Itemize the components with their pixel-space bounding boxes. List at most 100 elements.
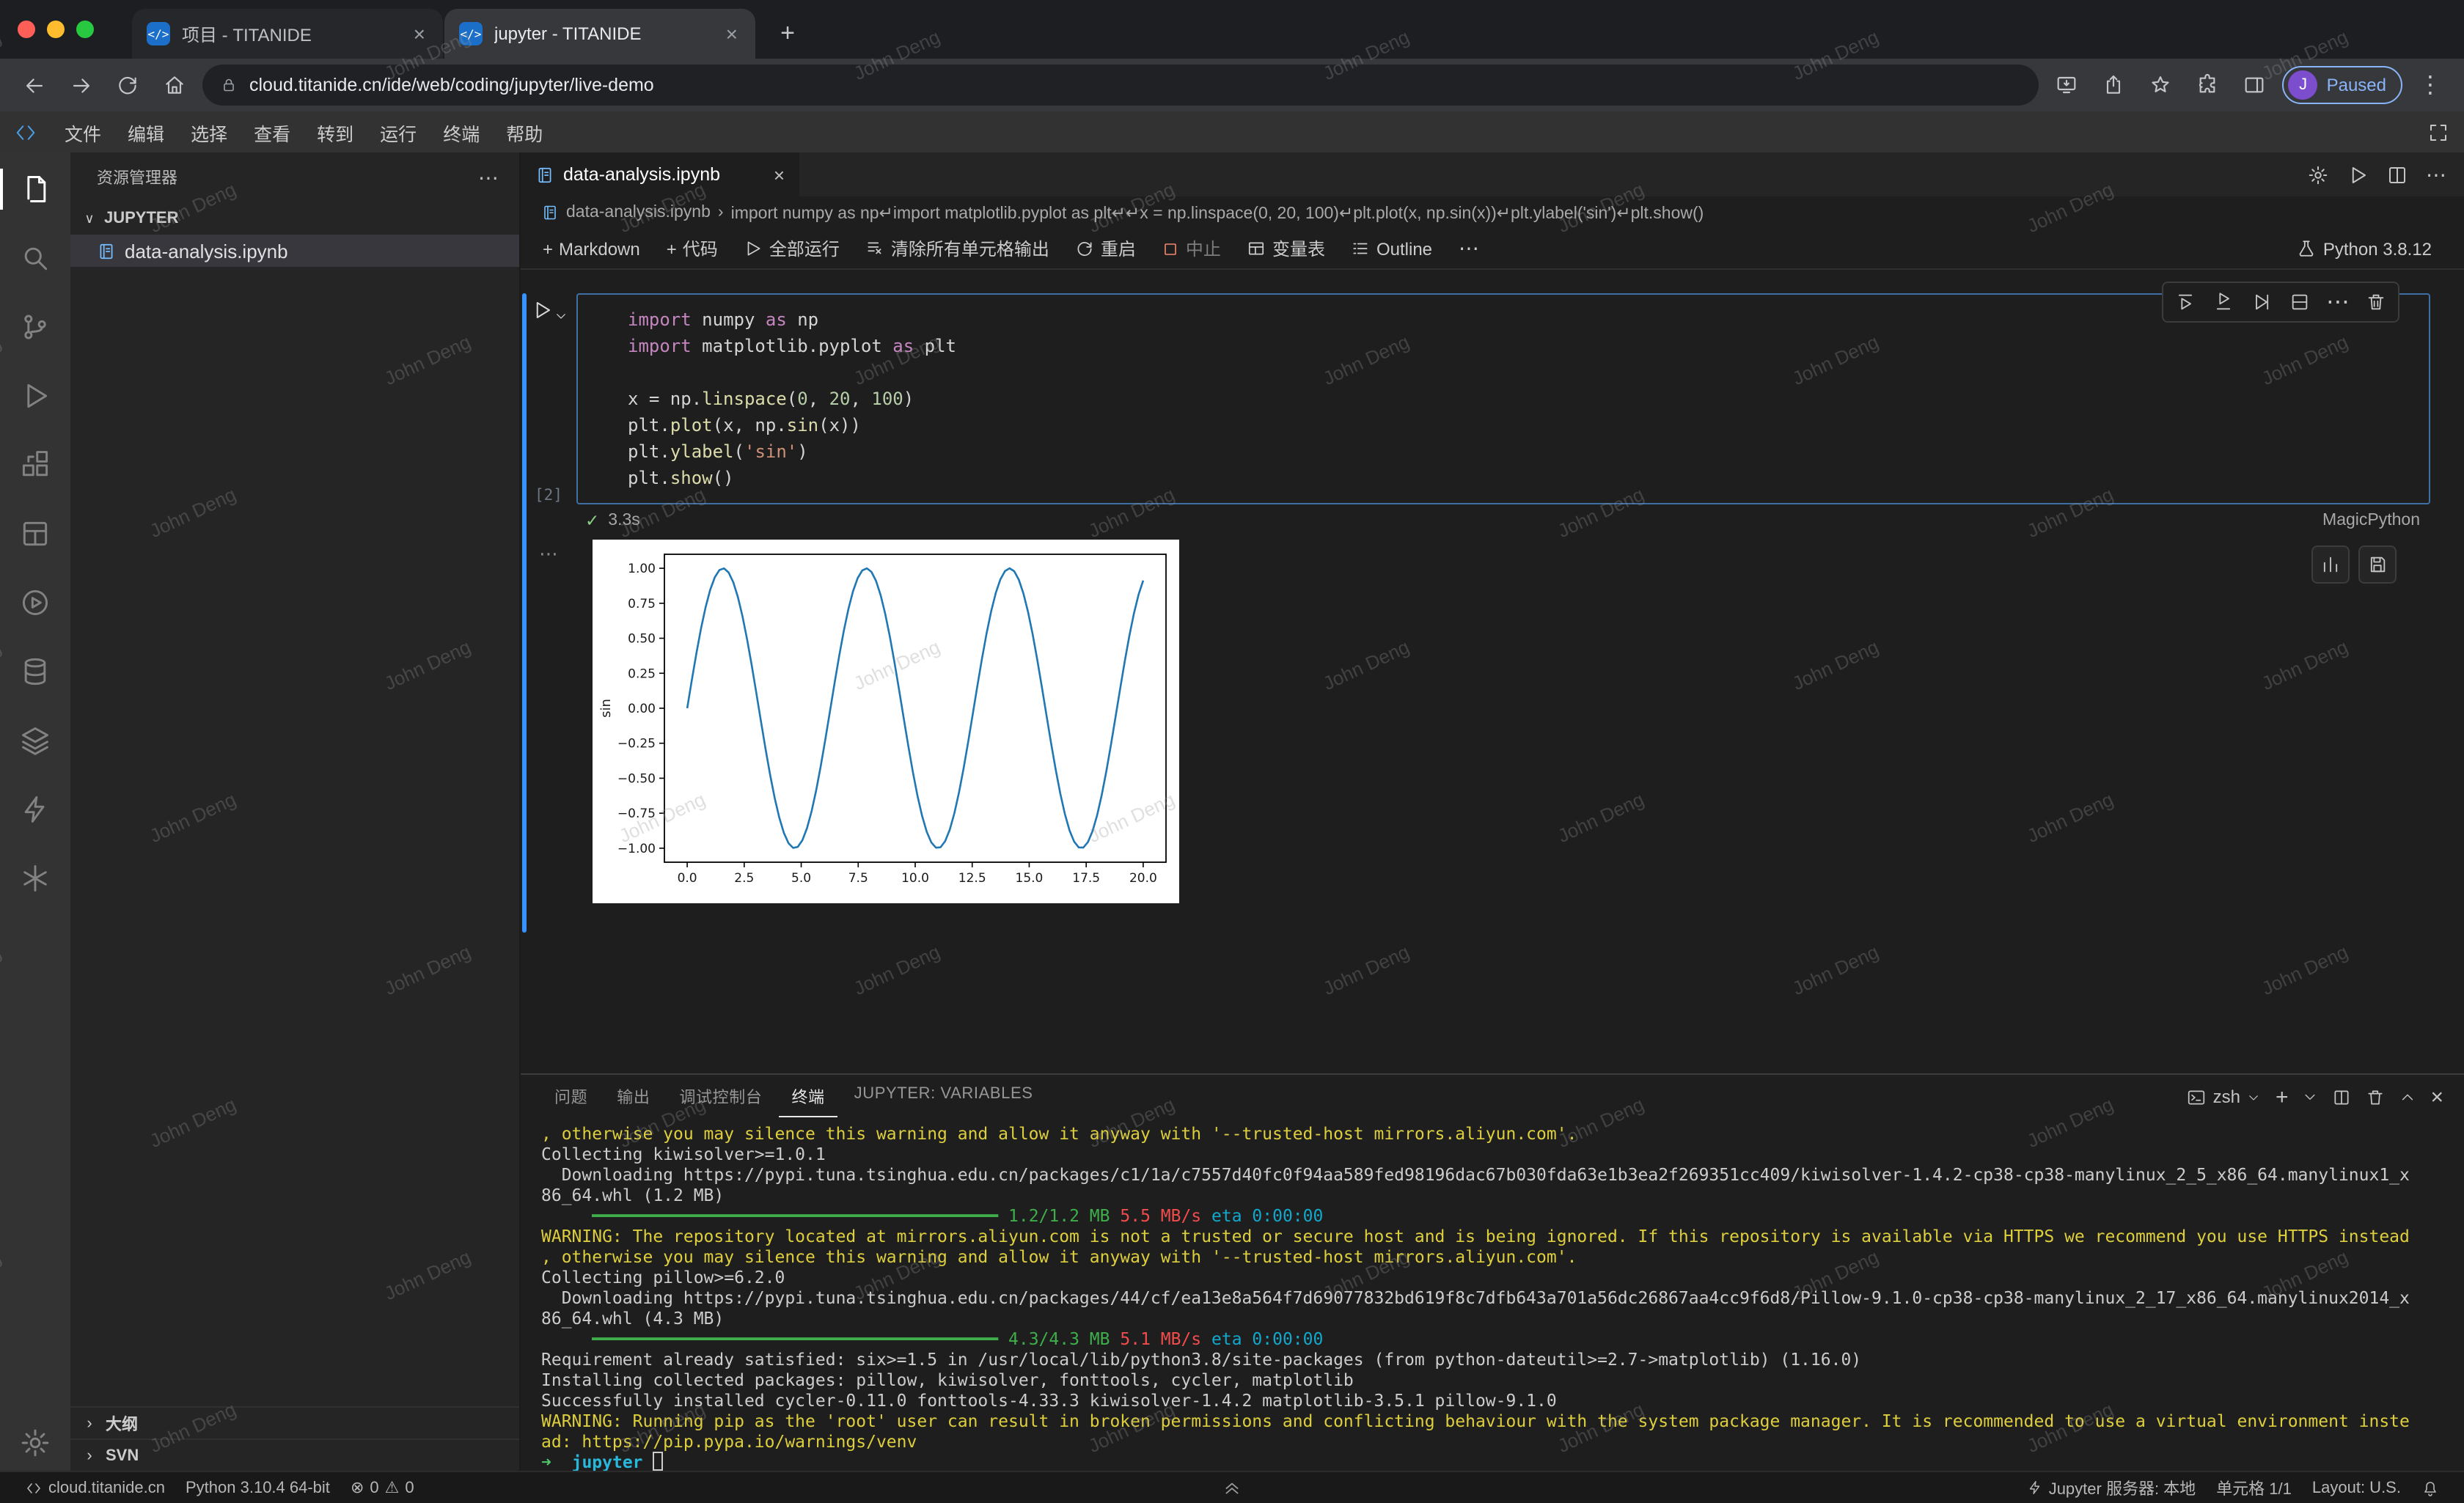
split-cell-icon[interactable]: [2282, 286, 2317, 318]
activity-source-control-icon[interactable]: [0, 299, 70, 355]
code-line-2[interactable]: [628, 359, 2417, 386]
tab-close-icon[interactable]: ×: [723, 22, 741, 45]
forward-button[interactable]: [62, 66, 100, 104]
window-zoom-button[interactable]: [76, 21, 94, 38]
editor-settings-gear-icon[interactable]: [2307, 163, 2329, 185]
window-close-button[interactable]: [18, 21, 35, 38]
remote-indicator[interactable]: cloud.titanide.cn: [15, 1471, 175, 1503]
window-minimize-button[interactable]: [47, 21, 65, 38]
manage-gear-icon[interactable]: [0, 1427, 70, 1459]
cell-code-editor[interactable]: import numpy as npimport matplotlib.pypl…: [576, 293, 2430, 504]
menu-item-7[interactable]: 帮助: [493, 114, 556, 150]
terminal-output[interactable]: , otherwise you may silence this warning…: [521, 1119, 2464, 1471]
activity-layout-icon[interactable]: [0, 506, 70, 562]
breadcrumb-cell-code[interactable]: import numpy as np↵import matplotlib.pyp…: [731, 202, 1704, 223]
sidebar-section-outline[interactable]: › 大纲: [70, 1406, 519, 1438]
cell-indicator[interactable]: 单元格 1/1: [2206, 1471, 2302, 1503]
menu-item-5[interactable]: 运行: [367, 114, 430, 150]
terminal-dropdown-icon[interactable]: [2303, 1089, 2317, 1104]
tab-close-icon[interactable]: ×: [411, 22, 428, 45]
menu-item-3[interactable]: 查看: [241, 114, 304, 150]
panel-tab-3[interactable]: 终端: [778, 1076, 837, 1117]
problems-indicator[interactable]: ⊗0 ⚠0: [340, 1471, 425, 1503]
run-by-line-icon[interactable]: [2244, 286, 2279, 318]
clear-outputs-button[interactable]: 清除所有单元格输出: [856, 232, 1060, 265]
editor-tab-notebook[interactable]: data-analysis.ipynb ×: [521, 152, 799, 196]
split-editor-icon[interactable]: [2386, 163, 2408, 185]
run-all-button[interactable]: 全部运行: [734, 232, 850, 265]
share-icon[interactable]: [2095, 66, 2133, 104]
menu-item-2[interactable]: 选择: [177, 114, 241, 150]
breadcrumb-file[interactable]: data-analysis.ipynb: [566, 204, 711, 221]
keyboard-layout-indicator[interactable]: Layout: U.S.: [2302, 1471, 2411, 1503]
home-button[interactable]: [155, 66, 194, 104]
run-above-icon[interactable]: [2168, 286, 2203, 318]
activity-layers-icon[interactable]: [0, 713, 70, 768]
terminal-selector[interactable]: zsh: [2187, 1087, 2261, 1107]
cell-language-picker[interactable]: MagicPython: [2322, 512, 2464, 529]
activity-zap-icon[interactable]: [0, 782, 70, 837]
jupyter-server-indicator[interactable]: Jupyter 服务器: 本地: [2017, 1471, 2207, 1503]
address-bar[interactable]: cloud.titanide.cn/ide/web/coding/jupyter…: [202, 65, 2039, 106]
python-interpreter-indicator[interactable]: Python 3.10.4 64-bit: [175, 1471, 340, 1503]
panel-tab-1[interactable]: 输出: [604, 1076, 663, 1117]
sidebar-section-jupyter[interactable]: ∨ JUPYTER: [70, 202, 519, 235]
close-panel-icon[interactable]: ×: [2430, 1084, 2443, 1109]
new-terminal-icon[interactable]: +: [2276, 1084, 2289, 1109]
sidebar-section-svn[interactable]: › SVN: [70, 1438, 519, 1471]
add-markdown-button[interactable]: +Markdown: [532, 234, 650, 263]
save-output-button[interactable]: [2358, 545, 2397, 584]
browser-tab-1[interactable]: </>jupyter - TITANIDE×: [444, 9, 755, 59]
activity-explorer-icon[interactable]: [0, 161, 70, 217]
install-app-icon[interactable]: [2048, 66, 2086, 104]
code-line-3[interactable]: x = np.linspace(0, 20, 100): [628, 386, 2417, 412]
editor-more-icon[interactable]: ⋯: [2426, 162, 2446, 187]
profile-chip[interactable]: J Paused: [2283, 66, 2402, 104]
side-panel-icon[interactable]: [2236, 66, 2274, 104]
code-line-5[interactable]: plt.ylabel('sin'): [628, 438, 2417, 465]
run-cell-button[interactable]: [530, 299, 567, 323]
maximize-panel-icon[interactable]: [2399, 1089, 2416, 1105]
sidebar-item-notebook-file[interactable]: data-analysis.ipynb: [70, 235, 519, 267]
activity-search-icon[interactable]: [0, 230, 70, 286]
code-line-1[interactable]: import matplotlib.pyplot as plt: [628, 333, 2417, 359]
activity-test-icon[interactable]: [0, 575, 70, 631]
sidebar-more-icon[interactable]: ⋯: [478, 165, 499, 190]
code-line-0[interactable]: import numpy as np: [628, 306, 2417, 333]
breadcrumb[interactable]: data-analysis.ipynb › import numpy as np…: [521, 196, 2464, 229]
fullscreen-icon[interactable]: [2427, 121, 2449, 143]
toolbar-more-button[interactable]: ⋯: [1448, 232, 1489, 265]
code-line-6[interactable]: plt.show(): [628, 465, 2417, 491]
menu-item-0[interactable]: 文件: [51, 114, 114, 150]
kernel-picker[interactable]: Python 3.8.12: [2297, 238, 2452, 259]
activity-database-icon[interactable]: [0, 644, 70, 699]
menu-item-1[interactable]: 编辑: [114, 114, 177, 150]
restore-panel-button[interactable]: [1222, 1478, 1242, 1497]
new-tab-button[interactable]: +: [767, 13, 808, 54]
output-collapse-icon[interactable]: ⋯: [521, 540, 576, 903]
code-line-4[interactable]: plt.plot(x, np.sin(x)): [628, 412, 2417, 438]
restart-button[interactable]: 重启: [1066, 232, 1146, 265]
interrupt-button[interactable]: 中止: [1152, 232, 1231, 265]
tab-close-icon[interactable]: ×: [774, 163, 785, 185]
open-plot-viewer-button[interactable]: [2311, 545, 2350, 584]
reload-button[interactable]: [109, 66, 147, 104]
menu-item-4[interactable]: 转到: [304, 114, 367, 150]
outline-button[interactable]: Outline: [1341, 234, 1442, 263]
panel-tab-4[interactable]: JUPYTER: VARIABLES: [841, 1076, 1046, 1117]
split-terminal-icon[interactable]: [2332, 1087, 2351, 1106]
panel-tab-2[interactable]: 调试控制台: [666, 1076, 775, 1117]
browser-menu-icon[interactable]: ⋮: [2411, 66, 2449, 104]
cell-more-icon[interactable]: ⋯: [2320, 286, 2355, 318]
kill-terminal-icon[interactable]: [2366, 1087, 2385, 1106]
activity-remote-icon[interactable]: [0, 850, 70, 906]
run-below-icon[interactable]: [2206, 286, 2241, 318]
activity-run-debug-icon[interactable]: [0, 368, 70, 424]
add-code-button[interactable]: +代码: [656, 232, 728, 265]
browser-tab-0[interactable]: </>项目 - TITANIDE×: [132, 9, 443, 59]
panel-tab-0[interactable]: 问题: [541, 1076, 601, 1117]
bookmark-star-icon[interactable]: [2142, 66, 2180, 104]
editor-run-icon[interactable]: [2347, 163, 2369, 185]
variables-button[interactable]: 变量表: [1237, 232, 1335, 265]
extensions-puzzle-icon[interactable]: [2189, 66, 2227, 104]
